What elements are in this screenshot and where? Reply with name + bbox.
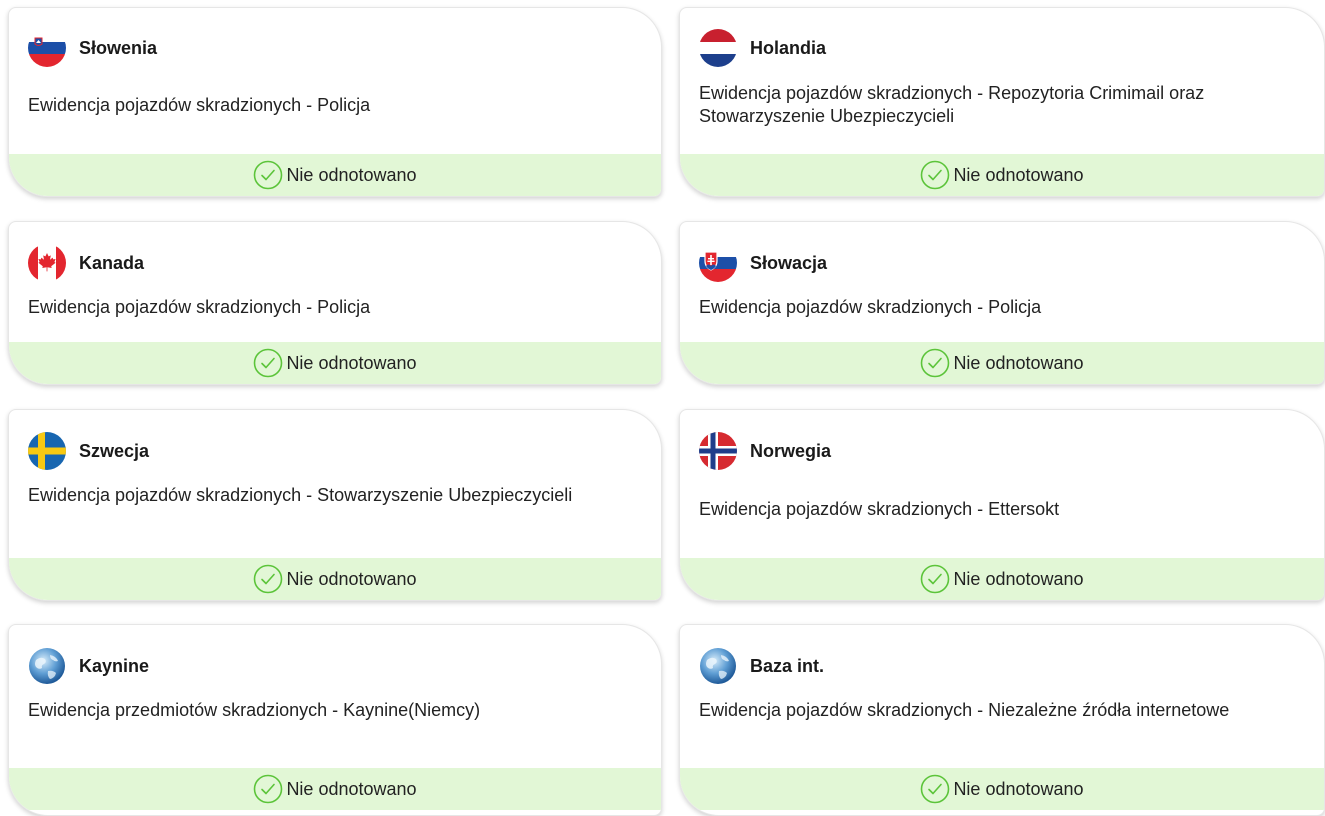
slovenia-flag-icon <box>28 29 66 67</box>
status-text: Nie odnotowano <box>953 779 1084 799</box>
card-header: Szwecja <box>28 431 149 471</box>
status-bar: Nie odnotowano <box>680 768 1324 810</box>
status-text: Nie odnotowano <box>953 353 1084 373</box>
country-name: Słowacja <box>750 253 828 273</box>
result-card-holandia: Holandia Ewidencja pojazdów skradzionych… <box>679 7 1325 197</box>
status-text: Nie odnotowano <box>286 165 417 185</box>
country-name: Holandia <box>750 38 827 58</box>
card-description: Ewidencja pojazdów skradzionych - Niezal… <box>699 700 1230 720</box>
country-name: Szwecja <box>79 441 150 461</box>
country-name: Norwegia <box>750 441 832 461</box>
status-text: Nie odnotowano <box>953 165 1084 185</box>
check-circle-icon <box>920 564 950 594</box>
card-description: Ewidencja pojazdów skradzionych - Stowar… <box>28 485 573 505</box>
check-circle-icon <box>920 348 950 378</box>
card-header: Kaynine <box>28 646 149 686</box>
check-circle-icon <box>253 160 283 190</box>
check-circle-icon <box>253 348 283 378</box>
status-text: Nie odnotowano <box>286 353 417 373</box>
country-name: Kanada <box>79 253 145 273</box>
check-circle-icon <box>920 160 950 190</box>
result-card-kanada: Kanada Ewidencja pojazdów skradzionych -… <box>8 221 662 385</box>
card-description: Ewidencja pojazdów skradzionych - Policj… <box>28 297 371 317</box>
check-circle-icon <box>253 564 283 594</box>
card-description: Ewidencja pojazdów skradzionych - Policj… <box>28 95 371 115</box>
card-description: Ewidencja przedmiotów skradzionych - Kay… <box>28 700 481 720</box>
globe-icon <box>699 647 737 685</box>
status-bar: Nie odnotowano <box>9 342 661 384</box>
netherlands-flag-icon <box>699 29 737 67</box>
sweden-flag-icon <box>28 432 66 470</box>
status-text: Nie odnotowano <box>953 569 1084 589</box>
canada-flag-icon <box>28 244 66 282</box>
norway-flag-icon <box>699 432 737 470</box>
card-header: Norwegia <box>699 431 831 471</box>
card-header: Kanada <box>28 243 144 283</box>
country-name: Słowenia <box>79 38 158 58</box>
card-description: Ewidencja pojazdów skradzionych - Repozy… <box>699 83 1205 126</box>
card-header: Słowacja <box>699 243 827 283</box>
card-description: Ewidencja pojazdów skradzionych - Policj… <box>699 297 1042 317</box>
result-card-norwegia: Norwegia Ewidencja pojazdów skradzionych… <box>679 409 1325 601</box>
country-name: Baza int. <box>750 656 825 676</box>
check-circle-icon <box>920 774 950 804</box>
globe-icon <box>28 647 66 685</box>
result-card-slowenia: Słowenia Ewidencja pojazdów skradzionych… <box>8 7 662 197</box>
check-circle-icon <box>253 774 283 804</box>
status-bar: Nie odnotowano <box>680 342 1324 384</box>
card-header: Holandia <box>699 28 826 68</box>
result-card-szwecja: Szwecja Ewidencja pojazdów skradzionych … <box>8 409 662 601</box>
status-bar: Nie odnotowano <box>9 768 661 810</box>
status-bar: Nie odnotowano <box>9 558 661 600</box>
card-header: Baza int. <box>699 646 824 686</box>
result-card-baza-int: Baza int. Ewidencja pojazdów skradzionyc… <box>679 624 1325 816</box>
status-text: Nie odnotowano <box>286 779 417 799</box>
status-text: Nie odnotowano <box>286 569 417 589</box>
card-description: Ewidencja pojazdów skradzionych - Etters… <box>699 499 1060 519</box>
country-name: Kaynine <box>79 656 150 676</box>
slovakia-flag-icon <box>699 244 737 282</box>
result-card-slowacja: Słowacja Ewidencja pojazdów skradzionych… <box>679 221 1325 385</box>
status-bar: Nie odnotowano <box>680 558 1324 600</box>
results-grid: Słowenia Ewidencja pojazdów skradzionych… <box>0 0 1325 816</box>
card-header: Słowenia <box>28 28 157 68</box>
status-bar: Nie odnotowano <box>680 154 1324 196</box>
result-card-kaynine: Kaynine Ewidencja przedmiotów skradziony… <box>8 624 662 816</box>
status-bar: Nie odnotowano <box>9 154 661 196</box>
